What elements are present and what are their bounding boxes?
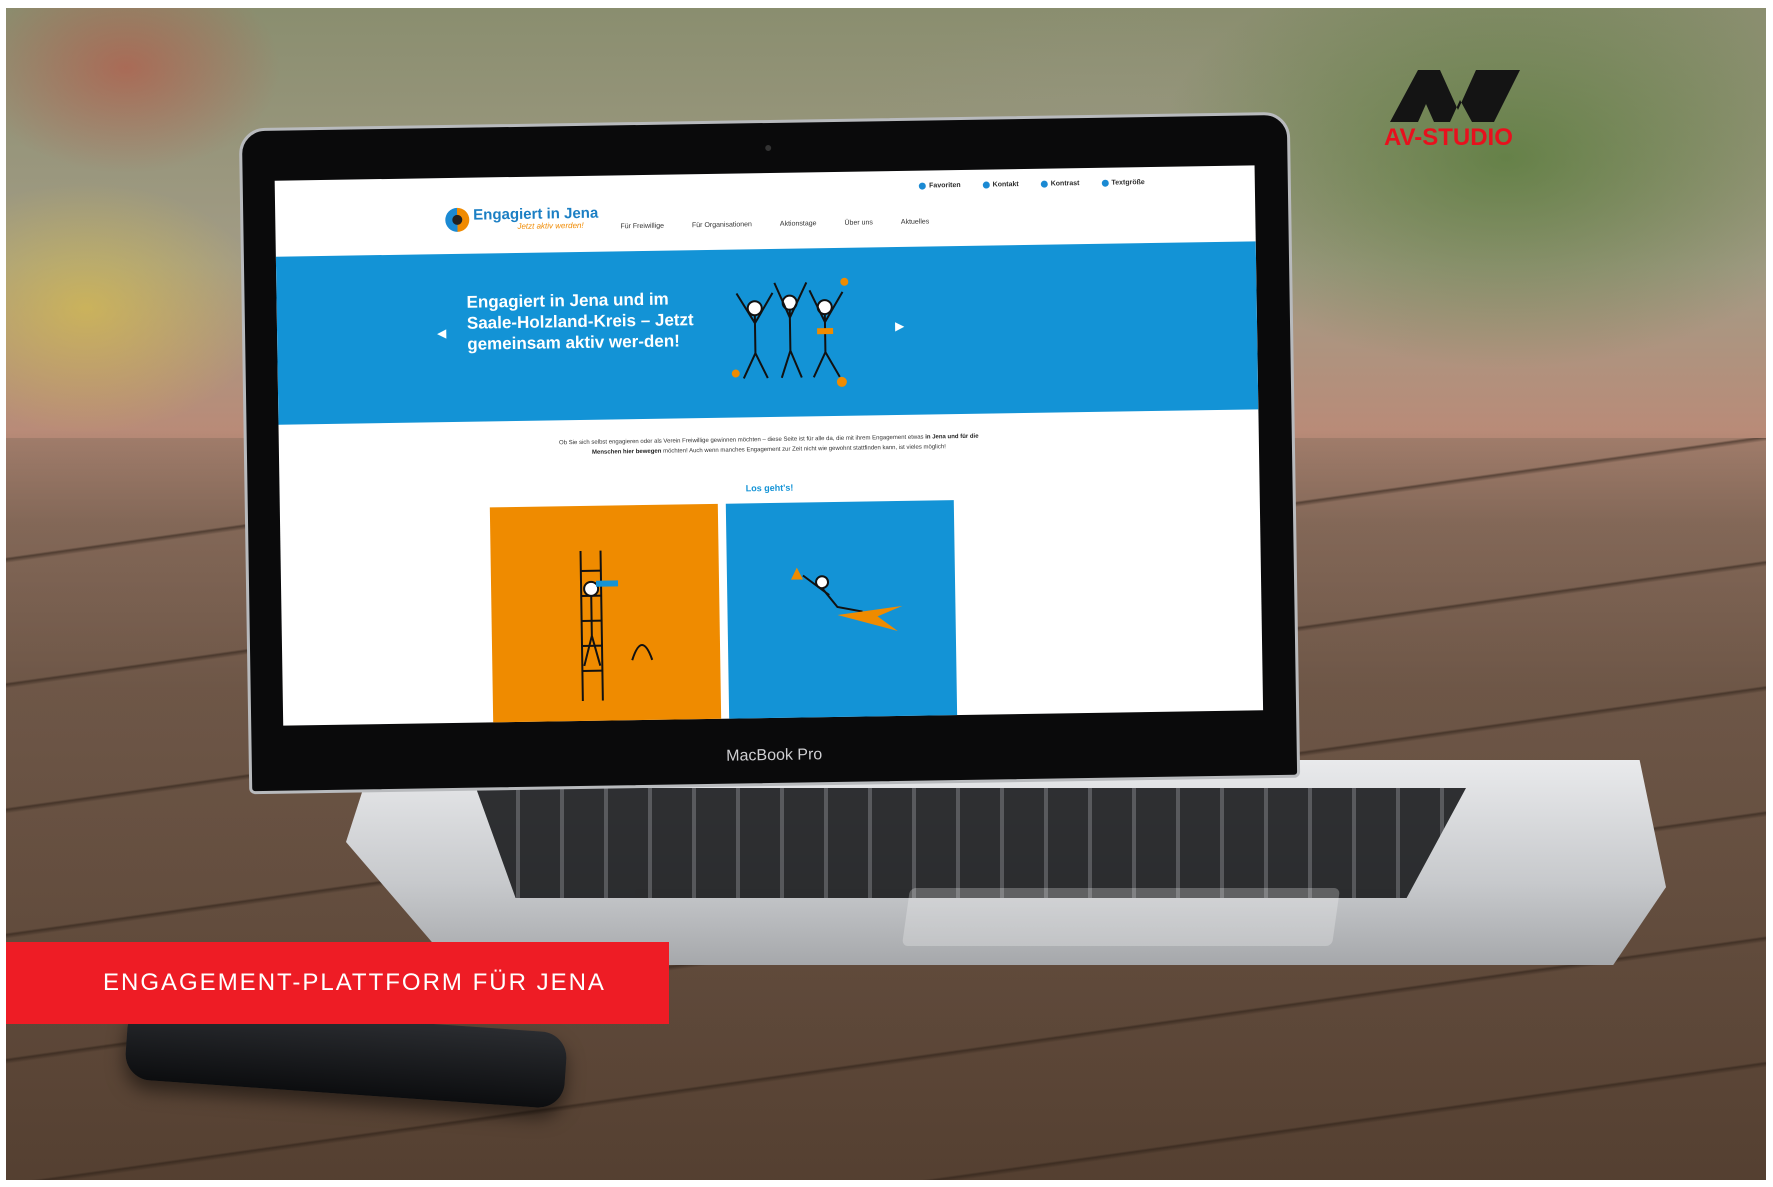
- slider-next-icon[interactable]: ▶: [895, 319, 904, 333]
- card-freiwillige[interactable]: [489, 503, 722, 726]
- laptop-model-label: MacBook Pro: [726, 746, 823, 765]
- text-size-icon: [1101, 179, 1109, 187]
- cta-heading: Los geht's!: [745, 482, 794, 494]
- slider-prev-icon[interactable]: ◀: [437, 326, 446, 340]
- mail-icon: [982, 181, 990, 189]
- nav-item-ueber-uns[interactable]: Über uns: [844, 219, 873, 226]
- logo-title: Engagiert in Jena: [473, 204, 599, 224]
- laptop-keyboard: [476, 788, 1466, 898]
- topbar-contrast[interactable]: Kontrast: [1040, 174, 1080, 193]
- intro-text: Ob Sie sich selbst engagieren oder als V…: [558, 433, 979, 456]
- rocket-rider-illustration: [790, 567, 903, 632]
- studio-name: AV-STUDIO: [1384, 124, 1513, 151]
- nav-item-freiwillige[interactable]: Für Freiwillige: [620, 223, 664, 231]
- laptop-trackpad: [901, 888, 1341, 946]
- contrast-icon: [1040, 180, 1048, 188]
- hero-headline: Engagiert in Jena und im Saale-Holzland-…: [466, 289, 694, 354]
- av-studio-logo-icon: [1390, 70, 1520, 122]
- site-logo[interactable]: Engagiert in Jena Jetzt aktiv werden!: [445, 204, 599, 233]
- webcam: [764, 144, 771, 152]
- caption-banner: ENGAGEMENT-PLATTFORM FÜR JENA: [6, 942, 669, 1024]
- heart-icon: [919, 182, 927, 190]
- topbar-textsize[interactable]: Textgröße: [1101, 173, 1145, 192]
- laptop-screen: Favoriten Kontakt Kontrast Textgröße Eng…: [274, 165, 1264, 726]
- nav-item-aktionstage[interactable]: Aktionstage: [780, 220, 817, 228]
- laptop-bezel: Favoriten Kontakt Kontrast Textgröße Eng…: [238, 111, 1301, 795]
- ladder-climber-illustration: [579, 550, 654, 701]
- audience-cards: [489, 500, 958, 726]
- card-organisationen[interactable]: [725, 500, 958, 726]
- main-navigation: Für Freiwillige Für Organisationen Aktio…: [620, 218, 929, 230]
- topbar-favorites[interactable]: Favoriten: [919, 176, 961, 195]
- caption-text: ENGAGEMENT-PLATTFORM FÜR JENA: [103, 969, 606, 996]
- people-celebrating-illustration: [731, 277, 849, 387]
- logo-badge-icon: [445, 207, 470, 233]
- hero-slider: ◀ Engagiert in Jena und im Saale-Holzlan…: [275, 241, 1259, 425]
- topbar-contact[interactable]: Kontakt: [982, 175, 1019, 194]
- nav-item-organisationen[interactable]: Für Organisationen: [692, 221, 752, 229]
- nav-item-aktuelles[interactable]: Aktuelles: [901, 218, 930, 225]
